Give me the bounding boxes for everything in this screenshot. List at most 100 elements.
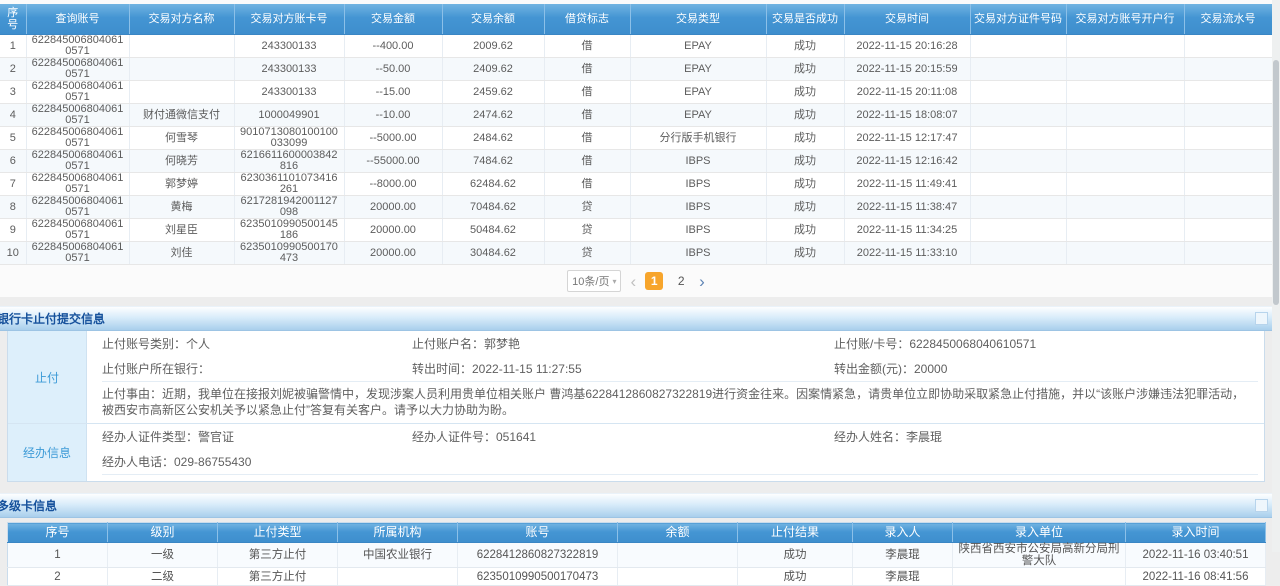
page-2-button[interactable]: 2 bbox=[672, 272, 690, 290]
table-cell: 62484.62 bbox=[442, 173, 544, 196]
column-header: 交易流水号 bbox=[1184, 4, 1272, 35]
table-cell bbox=[970, 150, 1066, 173]
multi-card-section-title: 多级卡信息 bbox=[0, 497, 57, 514]
table-row[interactable]: 16228450068040610571243300133--400.00200… bbox=[0, 35, 1272, 58]
table-cell: 6228450068040610571 bbox=[26, 173, 129, 196]
table-cell: 刘佳 bbox=[129, 242, 234, 265]
table-cell: IBPS bbox=[630, 196, 766, 219]
column-header: 止付类型 bbox=[218, 523, 338, 543]
table-cell bbox=[618, 543, 738, 568]
table-cell: 贷 bbox=[544, 219, 630, 242]
table-cell: IBPS bbox=[630, 173, 766, 196]
column-header: 录入时间 bbox=[1126, 523, 1266, 543]
table-cell: 4 bbox=[0, 104, 26, 127]
column-header: 序号 bbox=[8, 523, 108, 543]
table-cell bbox=[129, 58, 234, 81]
field-stop-account-type: 止付账号类别：个人 bbox=[102, 335, 412, 352]
table-cell bbox=[1184, 35, 1272, 58]
table-cell: 6217281942001127098 bbox=[234, 196, 344, 219]
column-header: 交易类型 bbox=[630, 4, 766, 35]
table-cell: 成功 bbox=[738, 568, 853, 586]
table-cell: 1 bbox=[8, 543, 108, 568]
column-header: 录入人 bbox=[853, 523, 953, 543]
table-cell: 借 bbox=[544, 81, 630, 104]
table-row[interactable]: 96228450068040610571刘星臣62350109905001451… bbox=[0, 219, 1272, 242]
next-page-button[interactable]: › bbox=[699, 273, 705, 290]
stop-payment-panel: 止付 止付账号类别：个人 止付账户名：郭梦艳 止付账/卡号：6228450068… bbox=[7, 331, 1265, 482]
table-row[interactable]: 76228450068040610571郭梦婷62303611010734162… bbox=[0, 173, 1272, 196]
table-cell bbox=[1184, 58, 1272, 81]
table-cell: 9010713080100100033099 bbox=[234, 127, 344, 150]
collapse-icon[interactable] bbox=[1255, 499, 1268, 512]
table-row[interactable]: 56228450068040610571何雪琴90107130801001000… bbox=[0, 127, 1272, 150]
table-cell: 6228450068040610571 bbox=[26, 150, 129, 173]
table-cell: 6228450068040610571 bbox=[26, 81, 129, 104]
table-cell: 2022-11-15 11:33:10 bbox=[844, 242, 970, 265]
field-agent-phone: 经办人电话：029-86755430 bbox=[102, 453, 412, 470]
table-row[interactable]: 46228450068040610571财付通微信支付1000049901--1… bbox=[0, 104, 1272, 127]
table-cell: 2022-11-15 11:34:25 bbox=[844, 219, 970, 242]
table-cell: 3 bbox=[0, 81, 26, 104]
table-cell: 成功 bbox=[766, 127, 844, 150]
table-row[interactable]: 106228450068040610571刘佳62350109905001704… bbox=[0, 242, 1272, 265]
table-cell: 分行版手机银行 bbox=[630, 127, 766, 150]
table-cell bbox=[1066, 196, 1184, 219]
table-cell: 何雪琴 bbox=[129, 127, 234, 150]
scrollbar-thumb[interactable] bbox=[1273, 60, 1279, 305]
table-cell: EPAY bbox=[630, 81, 766, 104]
table-cell: 借 bbox=[544, 104, 630, 127]
table-cell bbox=[1184, 196, 1272, 219]
table-cell: 2022-11-15 11:49:41 bbox=[844, 173, 970, 196]
table-row[interactable]: 36228450068040610571243300133--15.002459… bbox=[0, 81, 1272, 104]
table-cell bbox=[618, 568, 738, 586]
table-cell bbox=[970, 219, 1066, 242]
table-cell bbox=[970, 127, 1066, 150]
table-cell: 财付通微信支付 bbox=[129, 104, 234, 127]
table-cell: 6216611600003842816 bbox=[234, 150, 344, 173]
table-cell: EPAY bbox=[630, 104, 766, 127]
table-cell bbox=[1066, 35, 1184, 58]
table-cell: 1000049901 bbox=[234, 104, 344, 127]
table-cell bbox=[1184, 81, 1272, 104]
column-header: 交易对方证件号码 bbox=[970, 4, 1066, 35]
column-header: 交易余额 bbox=[442, 4, 544, 35]
table-row[interactable]: 26228450068040610571243300133--50.002409… bbox=[0, 58, 1272, 81]
page-content: 序号查询账号交易对方名称交易对方账卡号交易金额交易余额借贷标志交易类型交易是否成… bbox=[0, 0, 1272, 586]
table-cell: 借 bbox=[544, 173, 630, 196]
table-row[interactable]: 1一级第三方止付中国农业银行6228412860827322819成功李晨琨陕西… bbox=[8, 543, 1266, 568]
table-cell bbox=[970, 173, 1066, 196]
table-cell: 243300133 bbox=[234, 81, 344, 104]
table-cell: --8000.00 bbox=[344, 173, 442, 196]
table-cell: 二级 bbox=[108, 568, 218, 586]
table-row[interactable]: 66228450068040610571何晓芳62166116000038428… bbox=[0, 150, 1272, 173]
table-cell: 成功 bbox=[766, 58, 844, 81]
table-row[interactable]: 86228450068040610571黄梅621728194200112709… bbox=[0, 196, 1272, 219]
column-header: 级别 bbox=[108, 523, 218, 543]
table-cell: 2022-11-15 18:08:07 bbox=[844, 104, 970, 127]
column-header: 账号 bbox=[458, 523, 618, 543]
prev-page-button[interactable]: ‹ bbox=[630, 273, 636, 290]
panel-footer-divider bbox=[102, 474, 1258, 481]
table-cell: 20000.00 bbox=[344, 196, 442, 219]
table-cell bbox=[129, 81, 234, 104]
collapse-icon[interactable] bbox=[1255, 312, 1268, 325]
table-cell: 李晨琨 bbox=[853, 543, 953, 568]
page-1-button[interactable]: 1 bbox=[645, 272, 663, 290]
table-row[interactable]: 2二级第三方止付6235010990500170473成功李晨琨2022-11-… bbox=[8, 568, 1266, 586]
agent-group-label: 经办信息 bbox=[8, 424, 87, 481]
page-size-select[interactable]: 10条/页 ▾ bbox=[567, 270, 621, 292]
table-cell: 成功 bbox=[766, 81, 844, 104]
table-cell: 借 bbox=[544, 127, 630, 150]
table-cell: IBPS bbox=[630, 242, 766, 265]
table-cell bbox=[1066, 104, 1184, 127]
table-cell: 243300133 bbox=[234, 58, 344, 81]
table-cell: 2474.62 bbox=[442, 104, 544, 127]
table-cell: 30484.62 bbox=[442, 242, 544, 265]
field-row: 经办人电话：029-86755430 bbox=[102, 449, 1264, 474]
multi-card-section-bar: 多级卡信息 bbox=[0, 493, 1272, 518]
table-cell bbox=[970, 81, 1066, 104]
table-cell: 20000.00 bbox=[344, 242, 442, 265]
table-cell bbox=[1066, 81, 1184, 104]
table-cell: 刘星臣 bbox=[129, 219, 234, 242]
vertical-scrollbar[interactable] bbox=[1272, 0, 1280, 552]
